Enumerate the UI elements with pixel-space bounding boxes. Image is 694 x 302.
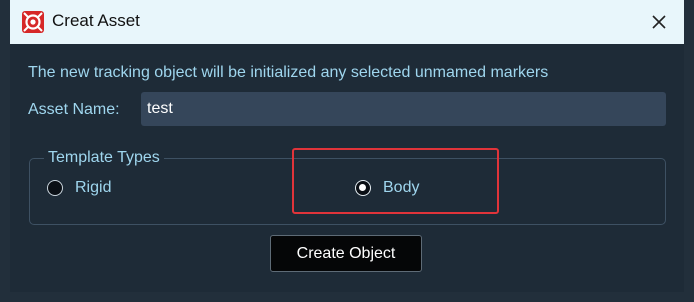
close-icon [652, 15, 666, 29]
radio-body-label: Body [383, 179, 420, 196]
info-message: The new tracking object will be initiali… [28, 64, 549, 81]
radio-body-indicator[interactable] [355, 180, 371, 196]
template-types-group: Template Types Rigid Body [29, 149, 666, 225]
template-types-legend: Template Types [44, 149, 164, 167]
create-asset-dialog: Creat Asset The new tracking object will… [0, 0, 694, 302]
app-logo-icon [22, 11, 44, 33]
dialog-content: The new tracking object will be initiali… [10, 44, 684, 292]
radio-body[interactable]: Body [355, 179, 419, 197]
asset-name-label: Asset Name: [28, 101, 120, 118]
asset-name-input[interactable] [141, 92, 666, 126]
create-object-button[interactable]: Create Object [270, 235, 422, 272]
window-title: Creat Asset [52, 11, 140, 30]
close-button[interactable] [644, 7, 674, 37]
radio-rigid-label: Rigid [75, 179, 112, 196]
radio-rigid-indicator[interactable] [47, 180, 63, 196]
title-bar: Creat Asset [10, 0, 684, 44]
radio-rigid[interactable]: Rigid [47, 179, 111, 197]
